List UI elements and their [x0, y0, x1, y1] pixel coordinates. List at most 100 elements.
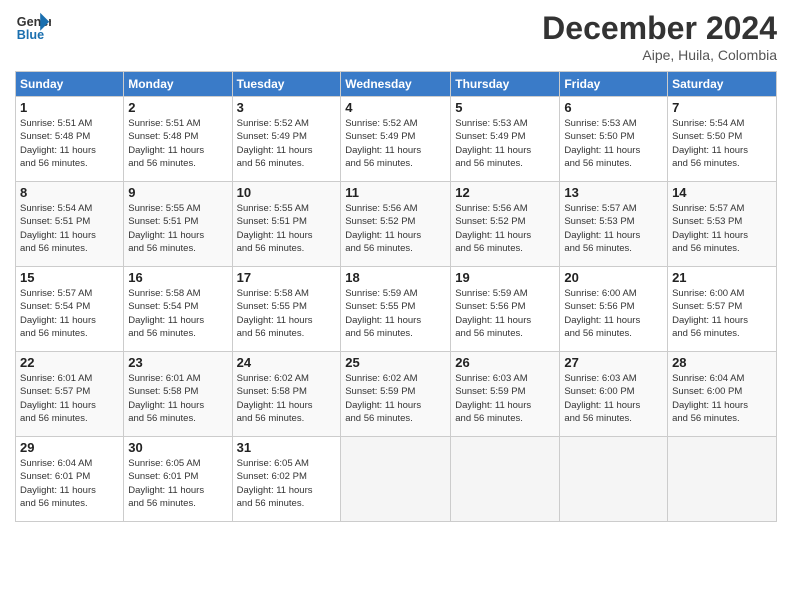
table-row: 24 Sunrise: 6:02 AM Sunset: 5:58 PM Dayli… — [232, 352, 341, 437]
day-number: 23 — [128, 355, 227, 370]
day-info: Sunrise: 5:54 AM Sunset: 5:51 PM Dayligh… — [20, 202, 119, 255]
day-number: 8 — [20, 185, 119, 200]
table-row: 30 Sunrise: 6:05 AM Sunset: 6:01 PM Dayli… — [124, 437, 232, 522]
day-info: Sunrise: 6:05 AM Sunset: 6:01 PM Dayligh… — [128, 457, 227, 510]
day-number: 11 — [345, 185, 446, 200]
day-info: Sunrise: 6:01 AM Sunset: 5:58 PM Dayligh… — [128, 372, 227, 425]
day-info: Sunrise: 6:01 AM Sunset: 5:57 PM Dayligh… — [20, 372, 119, 425]
header-saturday: Saturday — [668, 72, 777, 97]
table-row: 29 Sunrise: 6:04 AM Sunset: 6:01 PM Dayli… — [16, 437, 124, 522]
table-row: 3 Sunrise: 5:52 AM Sunset: 5:49 PM Daylig… — [232, 97, 341, 182]
day-number: 25 — [345, 355, 446, 370]
day-number: 28 — [672, 355, 772, 370]
day-number: 7 — [672, 100, 772, 115]
day-number: 5 — [455, 100, 555, 115]
day-info: Sunrise: 6:04 AM Sunset: 6:00 PM Dayligh… — [672, 372, 772, 425]
day-info: Sunrise: 6:00 AM Sunset: 5:56 PM Dayligh… — [564, 287, 663, 340]
page: General Blue December 2024 Aipe, Huila, … — [0, 0, 792, 612]
day-info: Sunrise: 6:04 AM Sunset: 6:01 PM Dayligh… — [20, 457, 119, 510]
table-row: 25 Sunrise: 6:02 AM Sunset: 5:59 PM Dayli… — [341, 352, 451, 437]
title-area: December 2024 Aipe, Huila, Colombia — [542, 10, 777, 63]
table-row — [341, 437, 451, 522]
day-number: 18 — [345, 270, 446, 285]
table-row: 28 Sunrise: 6:04 AM Sunset: 6:00 PM Dayli… — [668, 352, 777, 437]
day-info: Sunrise: 5:53 AM Sunset: 5:50 PM Dayligh… — [564, 117, 663, 170]
day-number: 26 — [455, 355, 555, 370]
calendar-week-row: 1Sunrise: 5:51 AM Sunset: 5:48 PM Daylig… — [16, 97, 777, 182]
day-number: 17 — [237, 270, 337, 285]
logo: General Blue — [15, 10, 51, 46]
day-number: 20 — [564, 270, 663, 285]
day-info: Sunrise: 5:56 AM Sunset: 5:52 PM Dayligh… — [345, 202, 446, 255]
day-number: 15 — [20, 270, 119, 285]
header: General Blue December 2024 Aipe, Huila, … — [15, 10, 777, 63]
day-info: Sunrise: 5:55 AM Sunset: 5:51 PM Dayligh… — [237, 202, 337, 255]
day-number: 24 — [237, 355, 337, 370]
table-row: 31 Sunrise: 6:05 AM Sunset: 6:02 PM Dayli… — [232, 437, 341, 522]
day-info: Sunrise: 6:00 AM Sunset: 5:57 PM Dayligh… — [672, 287, 772, 340]
table-row: 14Sunrise: 5:57 AM Sunset: 5:53 PM Dayli… — [668, 182, 777, 267]
day-info: Sunrise: 5:57 AM Sunset: 5:53 PM Dayligh… — [564, 202, 663, 255]
day-number: 4 — [345, 100, 446, 115]
table-row: 26 Sunrise: 6:03 AM Sunset: 5:59 PM Dayli… — [451, 352, 560, 437]
day-number: 30 — [128, 440, 227, 455]
day-number: 16 — [128, 270, 227, 285]
day-number: 9 — [128, 185, 227, 200]
subtitle: Aipe, Huila, Colombia — [542, 47, 777, 63]
calendar-table: Sunday Monday Tuesday Wednesday Thursday… — [15, 71, 777, 522]
day-number: 22 — [20, 355, 119, 370]
table-row: 8 Sunrise: 5:54 AM Sunset: 5:51 PM Daylig… — [16, 182, 124, 267]
day-number: 2 — [128, 100, 227, 115]
day-info: Sunrise: 5:58 AM Sunset: 5:54 PM Dayligh… — [128, 287, 227, 340]
header-monday: Monday — [124, 72, 232, 97]
day-info: Sunrise: 5:55 AM Sunset: 5:51 PM Dayligh… — [128, 202, 227, 255]
day-info: Sunrise: 5:52 AM Sunset: 5:49 PM Dayligh… — [345, 117, 446, 170]
day-info: Sunrise: 5:56 AM Sunset: 5:52 PM Dayligh… — [455, 202, 555, 255]
table-row: 18 Sunrise: 5:59 AM Sunset: 5:55 PM Dayli… — [341, 267, 451, 352]
table-row — [668, 437, 777, 522]
day-info: Sunrise: 5:58 AM Sunset: 5:55 PM Dayligh… — [237, 287, 337, 340]
day-info: Sunrise: 5:57 AM Sunset: 5:54 PM Dayligh… — [20, 287, 119, 340]
table-row — [560, 437, 668, 522]
calendar-week-row: 15 Sunrise: 5:57 AM Sunset: 5:54 PM Dayli… — [16, 267, 777, 352]
day-info: Sunrise: 5:54 AM Sunset: 5:50 PM Dayligh… — [672, 117, 772, 170]
day-info: Sunrise: 6:05 AM Sunset: 6:02 PM Dayligh… — [237, 457, 337, 510]
day-number: 27 — [564, 355, 663, 370]
day-number: 10 — [237, 185, 337, 200]
day-number: 29 — [20, 440, 119, 455]
day-info: Sunrise: 6:03 AM Sunset: 5:59 PM Dayligh… — [455, 372, 555, 425]
table-row: 22 Sunrise: 6:01 AM Sunset: 5:57 PM Dayli… — [16, 352, 124, 437]
table-row: 2 Sunrise: 5:51 AM Sunset: 5:48 PM Daylig… — [124, 97, 232, 182]
table-row — [451, 437, 560, 522]
table-row: 12Sunrise: 5:56 AM Sunset: 5:52 PM Dayli… — [451, 182, 560, 267]
day-info: Sunrise: 6:03 AM Sunset: 6:00 PM Dayligh… — [564, 372, 663, 425]
table-row: 1Sunrise: 5:51 AM Sunset: 5:48 PM Daylig… — [16, 97, 124, 182]
day-info: Sunrise: 5:59 AM Sunset: 5:55 PM Dayligh… — [345, 287, 446, 340]
day-number: 19 — [455, 270, 555, 285]
table-row: 20 Sunrise: 6:00 AM Sunset: 5:56 PM Dayli… — [560, 267, 668, 352]
header-tuesday: Tuesday — [232, 72, 341, 97]
day-number: 31 — [237, 440, 337, 455]
day-number: 14 — [672, 185, 772, 200]
table-row: 27 Sunrise: 6:03 AM Sunset: 6:00 PM Dayli… — [560, 352, 668, 437]
table-row: 16 Sunrise: 5:58 AM Sunset: 5:54 PM Dayli… — [124, 267, 232, 352]
main-title: December 2024 — [542, 10, 777, 47]
table-row: 10 Sunrise: 5:55 AM Sunset: 5:51 PM Dayli… — [232, 182, 341, 267]
header-friday: Friday — [560, 72, 668, 97]
day-info: Sunrise: 6:02 AM Sunset: 5:58 PM Dayligh… — [237, 372, 337, 425]
table-row: 15 Sunrise: 5:57 AM Sunset: 5:54 PM Dayli… — [16, 267, 124, 352]
day-info: Sunrise: 5:52 AM Sunset: 5:49 PM Dayligh… — [237, 117, 337, 170]
table-row: 4 Sunrise: 5:52 AM Sunset: 5:49 PM Daylig… — [341, 97, 451, 182]
day-info: Sunrise: 6:02 AM Sunset: 5:59 PM Dayligh… — [345, 372, 446, 425]
header-sunday: Sunday — [16, 72, 124, 97]
header-wednesday: Wednesday — [341, 72, 451, 97]
day-number: 6 — [564, 100, 663, 115]
day-info: Sunrise: 5:51 AM Sunset: 5:48 PM Dayligh… — [128, 117, 227, 170]
table-row: 21 Sunrise: 6:00 AM Sunset: 5:57 PM Dayli… — [668, 267, 777, 352]
table-row: 23 Sunrise: 6:01 AM Sunset: 5:58 PM Dayli… — [124, 352, 232, 437]
day-number: 21 — [672, 270, 772, 285]
day-number: 3 — [237, 100, 337, 115]
table-row: 9 Sunrise: 5:55 AM Sunset: 5:51 PM Daylig… — [124, 182, 232, 267]
day-number: 13 — [564, 185, 663, 200]
table-row: 17 Sunrise: 5:58 AM Sunset: 5:55 PM Dayli… — [232, 267, 341, 352]
